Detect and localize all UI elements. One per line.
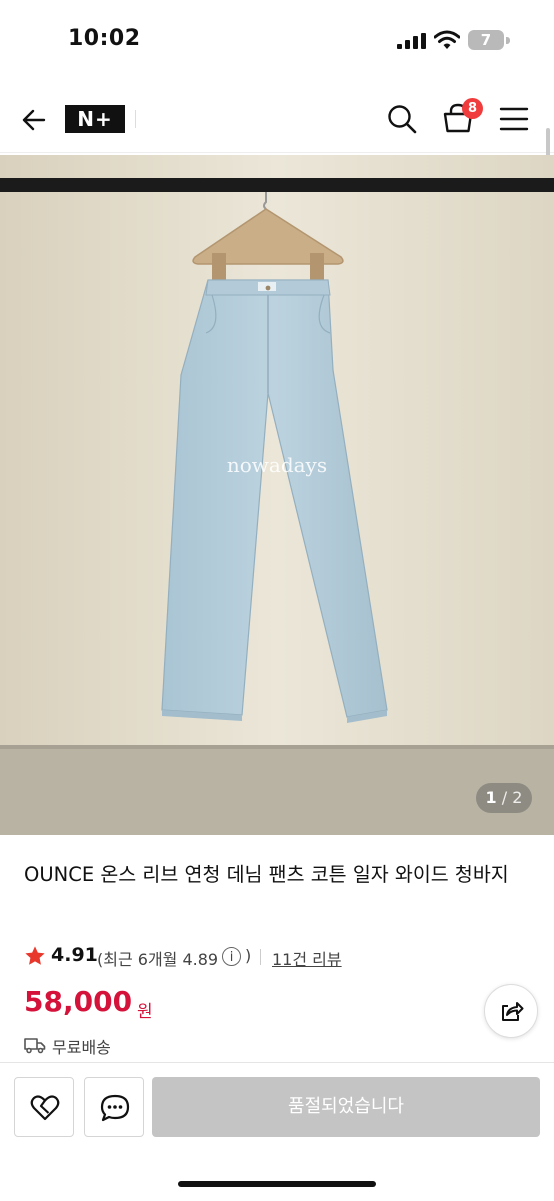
sold-out-button[interactable]: 품절되었습니다 [152,1077,540,1137]
pager-separator: / [501,788,508,807]
battery-icon: 7 [468,30,512,52]
chat-button[interactable] [84,1077,144,1137]
share-button[interactable] [484,984,538,1038]
product-title: OUNCE 온스 리브 연청 데님 팬츠 코튼 일자 와이드 청바지 [24,863,509,886]
home-indicator [178,1181,376,1187]
header-divider [135,110,136,128]
search-icon[interactable] [385,102,419,136]
back-arrow-icon[interactable] [18,104,50,136]
status-bar: 10:02 7 [0,0,554,80]
info-icon[interactable]: i [222,947,241,966]
rating-divider [260,949,261,965]
store-logo[interactable]: N+ [65,105,125,133]
image-watermark: nowadays [226,453,328,477]
rating-row: 4.91 (최근 6개월 4.89 i ) 11건 리뷰 [24,944,544,970]
pager-total: 2 [512,788,523,807]
image-pager: 1 / 2 [476,783,532,813]
hamburger-menu-icon[interactable] [498,104,530,134]
wishlist-button[interactable] [14,1077,74,1137]
chat-bubble-icon [100,1094,130,1122]
shipping-label: 무료배송 [52,1038,111,1057]
cart-count-badge: 8 [462,98,483,119]
recent-rating: (최근 6개월 4.89 [97,950,219,969]
price-currency: 원 [137,1002,153,1022]
bottom-action-bar: 품절되었습니다 [0,1062,554,1201]
battery-level: 7 [480,31,492,49]
product-photo [0,155,554,835]
app-header: N+ 8 [0,88,554,153]
delivery-truck-icon [24,1038,46,1054]
wifi-icon [434,30,460,49]
heart-icon [30,1095,60,1121]
product-price: 58,000 [24,985,133,1018]
review-count-link[interactable]: 11건 리뷰 [272,946,342,970]
share-icon [502,1002,524,1021]
recent-rating-close: ) [245,946,252,965]
product-image-carousel[interactable]: nowadays 1 / 2 [0,155,554,835]
rating-score: 4.91 [51,944,98,966]
star-icon [25,946,45,965]
status-time: 10:02 [68,26,141,51]
cellular-signal-icon [397,33,426,49]
pager-current: 1 [485,788,497,807]
